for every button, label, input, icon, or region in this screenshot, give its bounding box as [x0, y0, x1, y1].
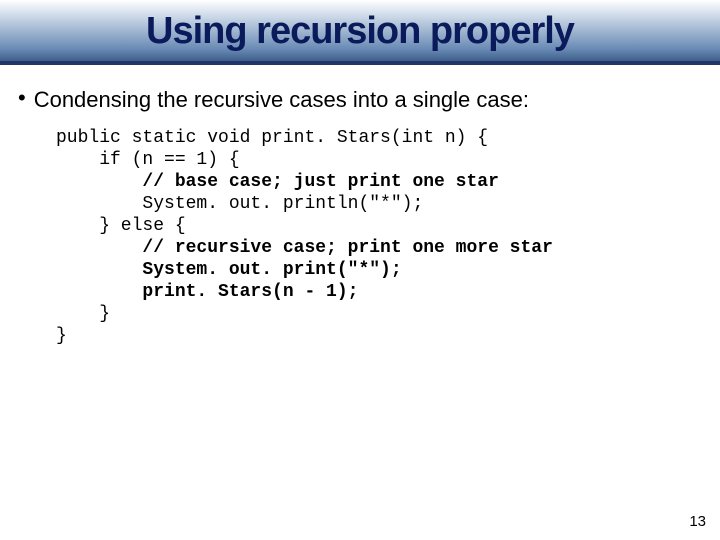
code-line: } [56, 326, 67, 346]
slide: Using recursion properly • Condensing th… [0, 0, 720, 540]
code-block: public static void print. Stars(int n) {… [56, 127, 702, 347]
slide-title: Using recursion properly [0, 10, 720, 53]
code-line: System. out. println("*"); [56, 194, 423, 214]
code-line: // recursive case; print one more star [56, 238, 553, 258]
page-number: 13 [689, 513, 706, 530]
bullet-dot-icon: • [18, 87, 26, 109]
title-band: Using recursion properly [0, 0, 720, 61]
bullet-text: Condensing the recursive cases into a si… [34, 87, 529, 113]
code-line: } [56, 304, 110, 324]
bullet-row: • Condensing the recursive cases into a … [18, 87, 702, 113]
code-line: print. Stars(n - 1); [56, 282, 358, 302]
code-line: // base case; just print one star [56, 172, 499, 192]
code-line: public static void print. Stars(int n) { [56, 128, 488, 148]
code-line: if (n == 1) { [56, 150, 240, 170]
code-line: System. out. print("*"); [56, 260, 402, 280]
code-line: } else { [56, 216, 186, 236]
slide-body: • Condensing the recursive cases into a … [0, 65, 720, 347]
